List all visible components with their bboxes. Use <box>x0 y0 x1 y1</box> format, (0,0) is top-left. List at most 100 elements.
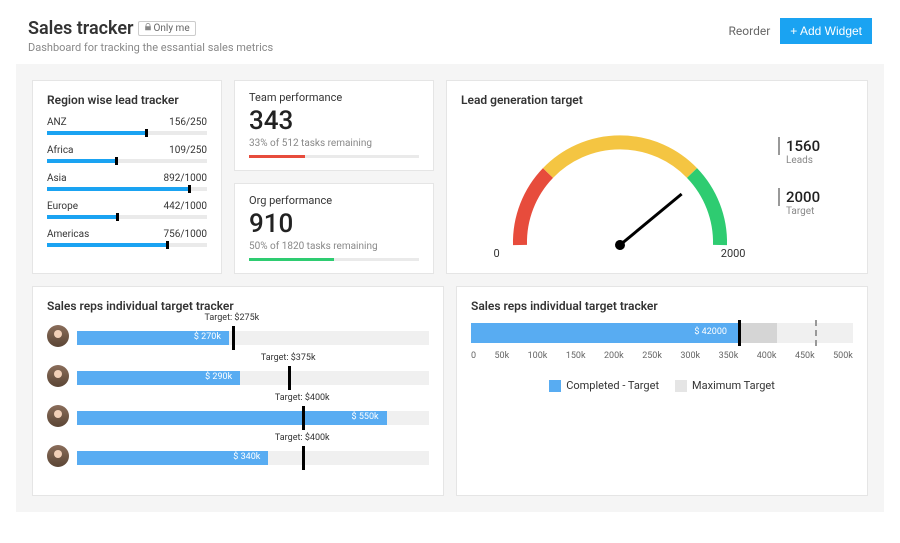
gauge-leads-stat: 1560 Leads <box>778 137 853 166</box>
gauge-scale: 0 2000 <box>490 247 750 260</box>
lock-icon <box>144 23 152 34</box>
region-value: 756/1000 <box>164 229 207 240</box>
axis-tick: 100k <box>528 351 548 361</box>
region-item: Asia 892/1000 <box>47 173 207 191</box>
region-tracker-card: Region wise lead tracker ANZ 156/250 Afric… <box>32 80 222 274</box>
bullet-value-label: $ 270k <box>194 332 221 342</box>
title-text: Sales tracker <box>28 18 134 39</box>
org-perf-value: 910 <box>249 209 419 239</box>
bullet-row: $ 290k Target: $375k <box>47 363 429 389</box>
team-perf-bar <box>249 155 419 158</box>
gauge-target-label: Target <box>778 206 853 217</box>
add-widget-button[interactable]: + Add Widget <box>780 18 872 44</box>
bullet-row: $ 270k Target: $275k <box>47 323 429 349</box>
summary-tracker-title: Sales reps individual target tracker <box>471 299 853 313</box>
page-subtitle: Dashboard for tracking the essantial sal… <box>28 41 273 54</box>
privacy-badge[interactable]: Only me <box>138 21 196 36</box>
bullet-chart: $ 270k Target: $275k <box>77 323 429 349</box>
avatar <box>47 325 69 347</box>
bullet-target-label: Target: $400k <box>275 393 330 403</box>
bullet-target-label: Target: $375k <box>261 353 316 363</box>
summary-axis: 050k100k150k200k250k300k350k400k450k500k <box>471 351 853 361</box>
bullet-row: $ 550k Target: $400k <box>47 403 429 429</box>
bullet-chart: $ 290k Target: $375k <box>77 363 429 389</box>
avatar <box>47 365 69 387</box>
region-name: Europe <box>47 201 78 212</box>
org-perf-subtext: 50% of 1820 tasks remaining <box>249 241 419 252</box>
bullet-value-label: $ 340k <box>233 452 260 462</box>
org-perf-bar <box>249 258 419 261</box>
axis-tick: 400k <box>757 351 777 361</box>
page-title: Sales tracker Only me <box>28 18 196 39</box>
region-value: 109/250 <box>169 145 207 156</box>
region-value: 442/1000 <box>164 201 207 212</box>
gauge-chart <box>490 125 750 255</box>
region-bar[interactable] <box>47 131 207 135</box>
region-list: ANZ 156/250 Africa 109/250 Asia 892/1000 Europ… <box>47 117 207 247</box>
lead-target-title: Lead generation target <box>461 93 583 107</box>
performance-column: Team performance 343 33% of 512 tasks re… <box>234 80 434 274</box>
legend-completed: Completed - Target <box>549 379 659 392</box>
summary-value-label: $ 42000 <box>694 327 727 337</box>
region-item: Africa 109/250 <box>47 145 207 163</box>
legend-max: Maximum Target <box>675 379 775 392</box>
region-bar[interactable] <box>47 243 207 247</box>
bullet-row: $ 340k Target: $400k <box>47 443 429 469</box>
dashboard-grid: Region wise lead tracker ANZ 156/250 Afric… <box>16 64 884 512</box>
region-name: Africa <box>47 145 74 156</box>
gauge-min: 0 <box>494 247 500 260</box>
bullet-target-label: Target: $275k <box>205 313 260 323</box>
team-perf-title: Team performance <box>249 91 419 104</box>
bullet-chart: $ 340k Target: $400k <box>77 443 429 469</box>
gauge-leads-value: 1560 <box>778 137 853 155</box>
gauge-target-stat: 2000 Target <box>778 188 853 217</box>
individual-tracker-card: Sales reps individual target tracker $ 2… <box>32 286 444 496</box>
axis-tick: 500k <box>833 351 853 361</box>
summary-bullet: $ 42000 050k100k150k200k250k300k350k400k… <box>471 323 853 361</box>
privacy-label: Only me <box>154 23 190 34</box>
individual-tracker-title: Sales reps individual target tracker <box>47 299 429 313</box>
bullet-target-label: Target: $400k <box>275 433 330 443</box>
avatar <box>47 405 69 427</box>
gauge-target-value: 2000 <box>778 188 853 206</box>
region-tracker-title: Region wise lead tracker <box>47 93 207 107</box>
gauge-stats: 1560 Leads 2000 Target <box>778 93 853 261</box>
page-header: Sales tracker Only me Dashboard for trac… <box>0 0 900 64</box>
axis-tick: 450k <box>795 351 815 361</box>
region-value: 892/1000 <box>164 173 207 184</box>
header-right: Reorder + Add Widget <box>729 18 872 44</box>
axis-tick: 50k <box>495 351 510 361</box>
region-item: ANZ 156/250 <box>47 117 207 135</box>
summary-tracker-card: Sales reps individual target tracker $ 4… <box>456 286 868 496</box>
org-performance-card: Org performance 910 50% of 1820 tasks re… <box>234 183 434 274</box>
team-perf-subtext: 33% of 512 tasks remaining <box>249 138 419 149</box>
axis-tick: 200k <box>604 351 624 361</box>
region-name: Asia <box>47 173 67 184</box>
team-perf-value: 343 <box>249 106 419 136</box>
bullet-chart: $ 550k Target: $400k <box>77 403 429 429</box>
team-performance-card: Team performance 343 33% of 512 tasks re… <box>234 80 434 171</box>
bullet-value-label: $ 550k <box>352 412 379 422</box>
region-item: Europe 442/1000 <box>47 201 207 219</box>
region-value: 156/250 <box>169 117 207 128</box>
reorder-button[interactable]: Reorder <box>729 24 771 38</box>
region-name: ANZ <box>47 117 67 128</box>
axis-tick: 250k <box>642 351 662 361</box>
region-name: Americas <box>47 229 89 240</box>
region-item: Americas 756/1000 <box>47 229 207 247</box>
summary-legend: Completed - Target Maximum Target <box>471 379 853 392</box>
region-bar[interactable] <box>47 187 207 191</box>
header-left: Sales tracker Only me Dashboard for trac… <box>28 18 273 54</box>
bullet-value-label: $ 290k <box>205 372 232 382</box>
bullet-list: $ 270k Target: $275k $ 290k Target: $375… <box>47 323 429 469</box>
region-bar[interactable] <box>47 215 207 219</box>
org-perf-title: Org performance <box>249 194 419 207</box>
avatar <box>47 445 69 467</box>
gauge-max: 2000 <box>721 247 746 260</box>
axis-tick: 350k <box>719 351 739 361</box>
gauge-leads-label: Leads <box>778 155 853 166</box>
lead-target-card: Lead generation target 0 2000 <box>446 80 868 274</box>
region-bar[interactable] <box>47 159 207 163</box>
axis-tick: 150k <box>566 351 586 361</box>
axis-tick: 0 <box>471 351 476 361</box>
